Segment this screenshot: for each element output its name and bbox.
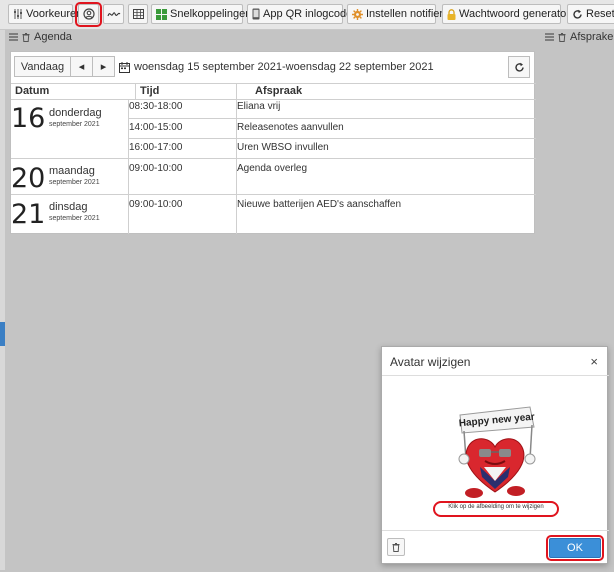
- event-time: 08:30-18:00: [129, 101, 183, 112]
- shortcuts-button[interactable]: Snelkoppelingen: [151, 4, 251, 24]
- avatar-hint: Klik op de afbeelding om te wijzigen: [448, 504, 544, 510]
- left-edge-marker: [0, 322, 5, 346]
- day-name: dinsdag: [49, 201, 88, 213]
- calendar-icon: [119, 61, 130, 73]
- column-header-time: Tijd: [140, 85, 160, 97]
- day-name: maandag: [49, 165, 95, 177]
- day-number: 20: [11, 163, 46, 194]
- preferences-button[interactable]: Voorkeuren: [8, 4, 82, 24]
- preferences-label: Voorkeuren: [26, 8, 83, 20]
- notifier-label: Instellen notifier: [366, 8, 444, 20]
- column-header-date: Datum: [15, 85, 50, 97]
- close-icon[interactable]: ×: [590, 354, 598, 369]
- sliders-icon: [14, 9, 22, 19]
- qr-login-button[interactable]: App QR inlogcode: [247, 4, 352, 24]
- day-month-year: september 2021: [49, 179, 100, 186]
- password-generator-label: Wachtwoord generator: [459, 8, 570, 20]
- dialog-header-divider: [382, 375, 609, 376]
- prev-week-button[interactable]: ◂: [70, 56, 93, 77]
- shortcuts-label: Snelkoppelingen: [170, 8, 252, 20]
- caret-right-icon: ▸: [100, 61, 107, 73]
- day-number: 16: [11, 103, 46, 134]
- header-divider: [236, 83, 237, 99]
- ok-button-highlight: [546, 535, 604, 561]
- password-generator-button[interactable]: Wachtwoord generator: [442, 4, 570, 24]
- dialog-title: Avatar wijzigen: [390, 355, 471, 369]
- event-time: 14:00-15:00: [129, 122, 183, 133]
- next-week-button[interactable]: ▸: [92, 56, 115, 77]
- row-divider: [128, 138, 536, 139]
- lock-icon: [447, 8, 456, 20]
- event-time: 16:00-17:00: [129, 142, 183, 153]
- header-bottom-border: [11, 99, 536, 100]
- table-icon: [132, 9, 144, 19]
- today-label: Vandaag: [20, 60, 65, 73]
- refresh-icon: [514, 62, 524, 72]
- menu-icon[interactable]: [9, 33, 18, 41]
- day-divider: [11, 194, 536, 195]
- trash-icon: [392, 542, 400, 552]
- date-range: woensdag 15 september 2021-woensdag 22 s…: [119, 61, 434, 73]
- refresh-icon: [573, 9, 582, 19]
- appointments-header: Afspraken: [545, 30, 614, 44]
- event-time: 09:00-10:00: [129, 199, 183, 210]
- day-divider: [11, 158, 536, 159]
- notifier-button[interactable]: Instellen notifier: [347, 4, 443, 24]
- dialog-footer-divider: [382, 530, 609, 531]
- event-title[interactable]: Uren WBSO invullen: [237, 142, 329, 153]
- agenda-header: Agenda: [9, 30, 72, 44]
- agenda-title: Agenda: [34, 31, 72, 43]
- column-divider: [236, 100, 237, 234]
- reset-label: Reset l: [586, 8, 614, 20]
- column-header-appointment: Afspraak: [255, 85, 303, 97]
- trash-icon[interactable]: [22, 32, 30, 42]
- day-month-year: september 2021: [49, 121, 100, 128]
- event-title[interactable]: Agenda overleg: [237, 163, 307, 174]
- left-edge: [0, 30, 5, 570]
- day-number: 21: [11, 199, 46, 230]
- toolbar: Voorkeuren Snelkoppelingen App QR inlogc…: [0, 0, 614, 30]
- signature-icon: [106, 12, 120, 17]
- day-month-year: september 2021: [49, 215, 100, 222]
- delete-avatar-button[interactable]: [387, 538, 405, 556]
- date-range-text: woensdag 15 september 2021-woensdag 22 s…: [134, 61, 434, 73]
- event-title[interactable]: Releasenotes aanvullen: [237, 122, 344, 133]
- header-divider: [135, 83, 136, 99]
- menu-icon[interactable]: [545, 33, 554, 41]
- today-button[interactable]: Vandaag: [14, 56, 71, 77]
- column-divider: [128, 100, 129, 234]
- caret-left-icon: ◂: [78, 61, 85, 73]
- trash-icon[interactable]: [558, 32, 566, 42]
- refresh-button[interactable]: [508, 56, 530, 78]
- qr-login-label: App QR inlogcode: [263, 8, 353, 20]
- avatar-button-highlight: [75, 2, 102, 27]
- avatar-dialog: Avatar wijzigen × Happy new year Klik op…: [381, 346, 609, 564]
- day-name: donderdag: [49, 107, 102, 119]
- signature-button[interactable]: [103, 4, 124, 24]
- grid-green-icon: [156, 8, 167, 20]
- row-divider: [128, 118, 536, 119]
- appointments-title: Afspraken: [570, 31, 614, 43]
- gear-icon: [352, 8, 363, 20]
- phone-icon: [252, 8, 260, 20]
- reset-button[interactable]: Reset l: [567, 4, 614, 24]
- event-title[interactable]: Nieuwe batterijen AED's aanschaffen: [237, 199, 401, 210]
- grid-button[interactable]: [128, 4, 148, 24]
- event-title[interactable]: Eliana vrij: [237, 101, 280, 112]
- avatar-image[interactable]: Happy new year: [440, 397, 544, 501]
- agenda-panel: Vandaag ◂ ▸ woensdag 15 september 2021-w…: [10, 51, 536, 234]
- event-time: 09:00-10:00: [129, 163, 183, 174]
